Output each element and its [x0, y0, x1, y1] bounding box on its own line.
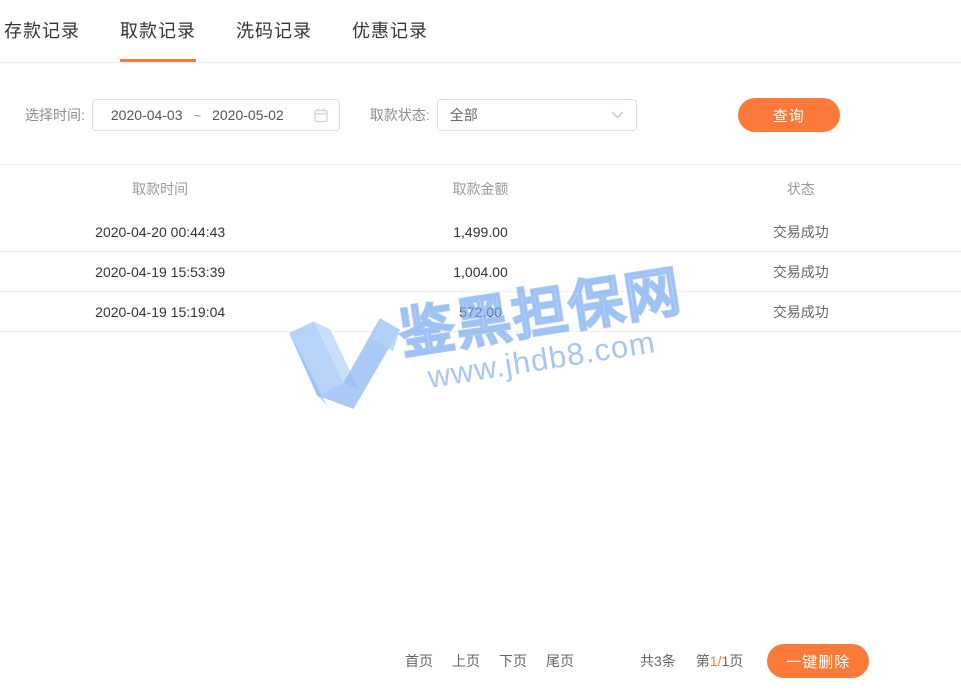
table-row: 2020-04-19 15:19:04 572.00 交易成功	[0, 292, 961, 332]
records-tab-bar: 存款记录 取款记录 洗码记录 优惠记录	[0, 0, 961, 63]
tab-promo-records[interactable]: 优惠记录	[352, 0, 428, 62]
next-page-link[interactable]: 下页	[499, 651, 527, 671]
cell-status: 交易成功	[641, 302, 961, 322]
cell-withdraw-amount: 1,499.00	[320, 224, 640, 240]
watermark-site-url: www.jhdb8.com	[425, 324, 658, 396]
cell-withdraw-time: 2020-04-20 00:44:43	[0, 224, 320, 240]
time-filter-label: 选择时间:	[25, 105, 85, 125]
page-indicator-suffix: 页	[729, 653, 743, 669]
date-end-value[interactable]: 2020-05-02	[212, 107, 284, 123]
chevron-down-icon	[611, 111, 624, 119]
cell-withdraw-amount: 572.00	[320, 304, 640, 320]
tab-deposit-records[interactable]: 存款记录	[4, 0, 80, 62]
date-start-value[interactable]: 2020-04-03	[111, 107, 183, 123]
cell-withdraw-time: 2020-04-19 15:19:04	[0, 304, 320, 320]
tab-rebate-records[interactable]: 洗码记录	[236, 0, 312, 62]
last-page-link[interactable]: 尾页	[546, 651, 574, 671]
total-count-label: 共3条	[640, 651, 676, 671]
tab-withdrawal-records[interactable]: 取款记录	[120, 0, 196, 62]
table-header-row: 取款时间 取款金额 状态	[0, 165, 961, 212]
status-select[interactable]: 全部	[437, 99, 637, 131]
pagination-bar: 首页 上页 下页 尾页 共3条 第1/1页 一键删除	[0, 644, 961, 678]
table-row: 2020-04-19 15:53:39 1,004.00 交易成功	[0, 252, 961, 292]
table-row: 2020-04-20 00:44:43 1,499.00 交易成功	[0, 212, 961, 252]
filter-bar: 选择时间: 2020-04-03 ~ 2020-05-02 取款状态: 全部	[0, 99, 961, 131]
calendar-icon[interactable]	[313, 107, 329, 123]
cell-status: 交易成功	[641, 262, 961, 282]
prev-page-link[interactable]: 上页	[452, 651, 480, 671]
status-select-value: 全部	[450, 105, 478, 125]
cell-status: 交易成功	[641, 222, 961, 242]
header-status: 状态	[641, 179, 961, 199]
page-indicator-prefix: 第	[696, 653, 710, 669]
current-page-number: 1	[710, 653, 718, 669]
header-withdraw-time: 取款时间	[0, 179, 320, 199]
status-filter-label: 取款状态:	[370, 105, 430, 125]
header-withdraw-amount: 取款金额	[320, 179, 640, 199]
pagination-links: 首页 上页 下页 尾页	[405, 651, 574, 671]
withdrawal-records-page: 存款记录 取款记录 洗码记录 优惠记录 选择时间: 2020-04-03 ~ 2…	[0, 0, 961, 697]
date-range-input[interactable]: 2020-04-03 ~ 2020-05-02	[92, 99, 340, 131]
table-body: 2020-04-20 00:44:43 1,499.00 交易成功 2020-0…	[0, 212, 961, 332]
cell-withdraw-time: 2020-04-19 15:53:39	[0, 264, 320, 280]
delete-all-button[interactable]: 一键删除	[767, 644, 869, 678]
page-indicator: 第1/1页	[696, 651, 743, 671]
date-range-separator: ~	[194, 108, 202, 123]
cell-withdraw-amount: 1,004.00	[320, 264, 640, 280]
query-button[interactable]: 查询	[738, 98, 840, 132]
first-page-link[interactable]: 首页	[405, 651, 433, 671]
